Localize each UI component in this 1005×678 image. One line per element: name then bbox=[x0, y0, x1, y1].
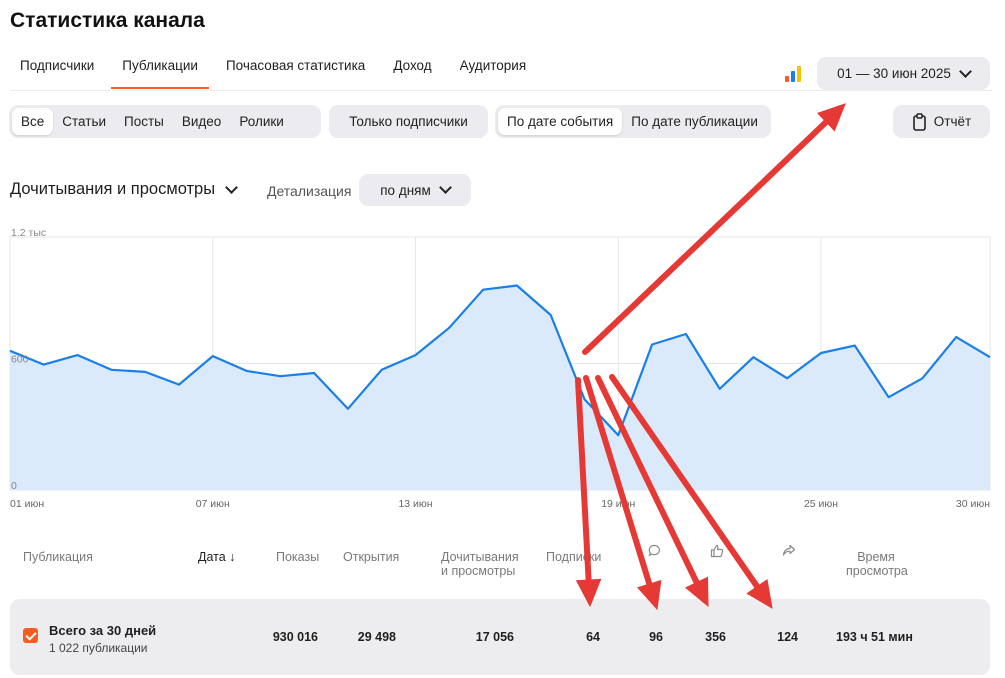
x-tick-label: 30 июн bbox=[956, 498, 990, 510]
col-date-label: Дата bbox=[198, 550, 226, 564]
date-mode-event[interactable]: По дате события bbox=[498, 108, 623, 135]
total-reads: 17 056 bbox=[475, 630, 514, 644]
content-type-filter: Все Статьи Посты Видео Ролики bbox=[9, 105, 321, 138]
tabs-divider bbox=[10, 90, 992, 91]
x-tick-label: 19 июн bbox=[601, 498, 635, 510]
detail-label: Детализация bbox=[267, 183, 352, 199]
col-shares[interactable] bbox=[782, 544, 796, 560]
detail-value: по дням bbox=[380, 182, 431, 198]
views-chart: 0 600 1.2 тыс 01 июн 07 июн 13 июн 19 июн 25 ию… bbox=[0, 222, 1005, 514]
total-subscriptions: 64 bbox=[586, 630, 600, 644]
tab-publications[interactable]: Публикации bbox=[111, 50, 209, 90]
col-opens[interactable]: Открытия bbox=[343, 550, 399, 564]
clipboard-icon bbox=[912, 112, 926, 131]
filter-videos[interactable]: Видео bbox=[173, 108, 230, 135]
total-subtitle: 1 022 публикации bbox=[49, 641, 148, 655]
tab-subscribers[interactable]: Подписчики bbox=[20, 50, 94, 90]
annotation-arrow-head bbox=[817, 103, 846, 132]
total-title: Всего за 30 дней bbox=[49, 623, 157, 638]
series-area bbox=[10, 285, 990, 490]
total-comments: 96 bbox=[649, 630, 663, 644]
filter-clips[interactable]: Ролики bbox=[230, 108, 293, 135]
col-likes[interactable] bbox=[710, 544, 724, 561]
col-subscriptions[interactable]: Подписки bbox=[546, 550, 601, 564]
filter-all[interactable]: Все bbox=[12, 108, 54, 135]
x-tick-label: 01 июн bbox=[10, 498, 44, 510]
total-watch-time: 193 ч 51 мин bbox=[836, 630, 913, 644]
total-checkbox[interactable] bbox=[23, 628, 38, 643]
x-tick-label: 25 июн bbox=[804, 498, 838, 510]
col-time-line2: просмотра bbox=[846, 564, 908, 578]
chevron-down-icon bbox=[958, 64, 972, 78]
total-opens: 29 498 bbox=[357, 630, 396, 644]
bar-chart-icon[interactable] bbox=[785, 66, 802, 82]
date-range-button[interactable]: 01 — 30 июн 2025 bbox=[817, 57, 990, 90]
col-views[interactable]: Показы bbox=[276, 550, 319, 564]
share-icon bbox=[782, 544, 796, 556]
total-row: Всего за 30 дней 1 022 публикации 930 01… bbox=[10, 599, 990, 675]
date-mode-publication[interactable]: По дате публикации bbox=[622, 108, 767, 135]
total-views: 930 016 bbox=[272, 630, 318, 644]
chevron-down-icon bbox=[225, 180, 238, 194]
total-likes: 356 bbox=[705, 630, 726, 644]
y-tick-label: 1.2 тыс bbox=[11, 227, 46, 239]
report-button[interactable]: Отчёт bbox=[893, 105, 990, 138]
col-time-line1: Время bbox=[857, 550, 895, 564]
col-watch-time[interactable]: Время просмотра bbox=[846, 550, 908, 578]
date-mode-filter: По дате события По дате публикации bbox=[495, 105, 771, 138]
detail-dropdown[interactable]: по дням bbox=[359, 174, 471, 206]
thumbs-up-icon bbox=[710, 544, 724, 558]
chevron-down-icon bbox=[438, 181, 452, 194]
chart-svg: 0 600 1.2 тыс 01 июн 07 июн 13 июн 19 июн 25 ию… bbox=[9, 227, 991, 510]
comment-icon bbox=[648, 544, 660, 557]
tab-income[interactable]: Доход bbox=[393, 50, 431, 90]
filter-posts[interactable]: Посты bbox=[115, 108, 173, 135]
tab-hourly-stats[interactable]: Почасовая статистика bbox=[226, 50, 365, 90]
col-publication[interactable]: Публикация bbox=[23, 550, 93, 564]
date-range-label: 01 — 30 июн 2025 bbox=[837, 66, 951, 81]
tab-bar: Подписчики Публикации Почасовая статисти… bbox=[10, 50, 544, 90]
tab-audience[interactable]: Аудитория bbox=[460, 50, 526, 90]
x-tick-label: 13 июн bbox=[398, 498, 432, 510]
col-reads-line2: и просмотры bbox=[441, 564, 516, 578]
y-tick-label: 600 bbox=[11, 354, 29, 366]
metric-selector-label: Дочитывания и просмотры bbox=[10, 180, 216, 198]
sort-arrow-icon: ↓ bbox=[229, 550, 236, 564]
subscribers-only-toggle[interactable]: Только подписчики bbox=[329, 105, 488, 138]
filter-articles[interactable]: Статьи bbox=[53, 108, 115, 135]
col-reads-line1: Дочитывания bbox=[441, 550, 519, 564]
y-tick-label: 0 bbox=[11, 480, 17, 492]
col-date[interactable]: Дата ↓ bbox=[198, 550, 235, 564]
x-tick-label: 07 июн bbox=[196, 498, 230, 510]
table-header: Публикация Дата ↓ Показы Открытия Дочиты… bbox=[0, 544, 1005, 588]
col-comments[interactable] bbox=[648, 544, 661, 560]
col-reads[interactable]: Дочитывания и просмотры bbox=[441, 550, 519, 578]
metric-selector[interactable]: Дочитывания и просмотры bbox=[10, 180, 238, 199]
page-title: Статистика канала bbox=[10, 9, 205, 32]
report-button-label: Отчёт bbox=[933, 114, 972, 129]
total-shares: 124 bbox=[777, 630, 798, 644]
